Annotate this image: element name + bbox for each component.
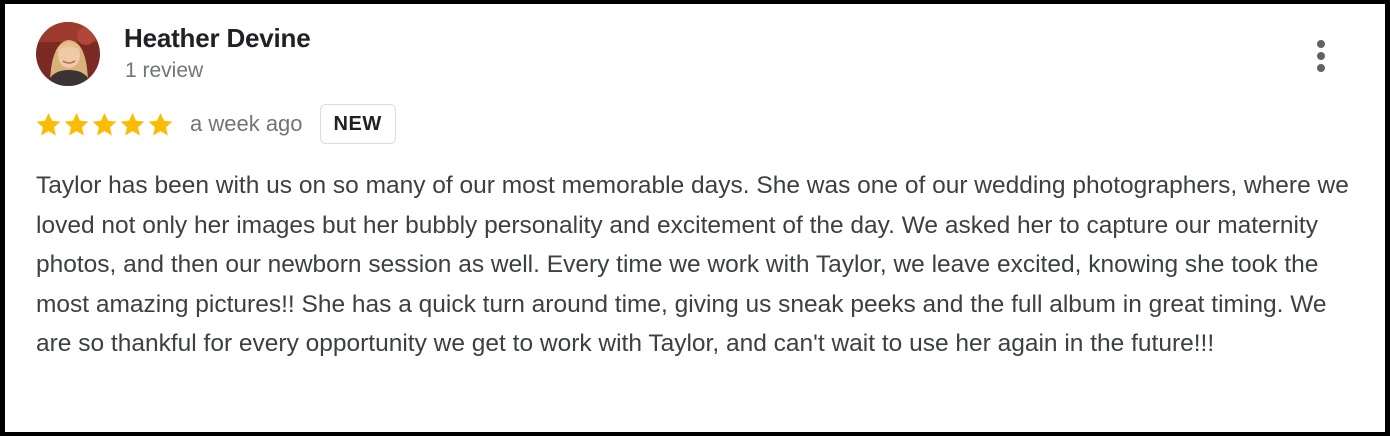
reviewer-name[interactable]: Heather Devine <box>124 23 311 54</box>
review-text: Taylor has been with us on so many of ou… <box>36 172 1349 357</box>
review-date: a week ago <box>190 111 303 136</box>
star-icon <box>36 112 61 136</box>
more-vert-icon-dot <box>1317 64 1325 72</box>
more-vert-icon <box>1317 40 1325 48</box>
more-options-button[interactable] <box>1304 34 1338 78</box>
review-card: Heather Devine 1 review a week ago NEW T… <box>5 4 1385 432</box>
star-icon <box>64 112 89 136</box>
avatar-photo <box>36 22 100 86</box>
star-icon <box>92 112 117 136</box>
star-rating <box>35 111 175 138</box>
star-icon <box>148 112 173 136</box>
star-icon <box>120 112 145 136</box>
more-vert-icon-dot <box>1317 52 1325 60</box>
avatar[interactable] <box>36 22 100 86</box>
reviewer-review-count[interactable]: 1 review <box>125 59 203 83</box>
new-badge: NEW <box>319 104 396 144</box>
rating-row: a week ago NEW <box>35 102 396 146</box>
